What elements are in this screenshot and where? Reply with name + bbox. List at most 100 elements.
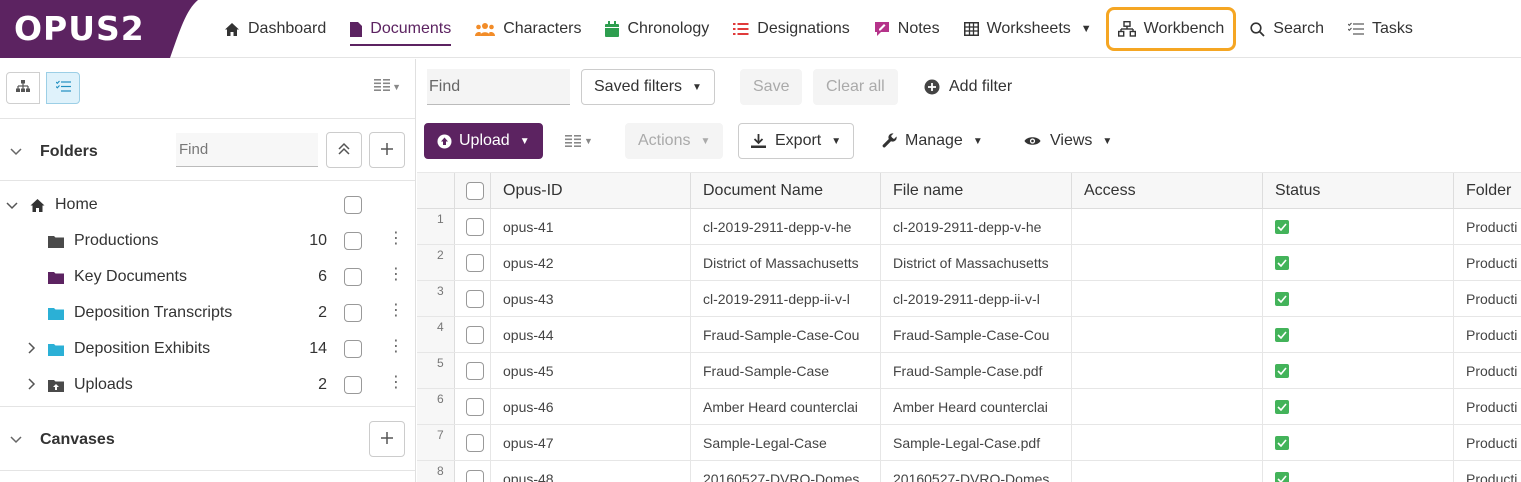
saved-filters-dropdown[interactable]: Saved filters ▼	[581, 69, 715, 105]
more-options-icon[interactable]: ⋮	[388, 339, 404, 355]
nav-documents[interactable]: Documents	[338, 0, 463, 58]
tree-item-checkbox[interactable]	[344, 268, 362, 286]
more-options-icon[interactable]: ⋮	[388, 267, 404, 283]
column-options-button[interactable]: ▼	[374, 79, 401, 94]
row-checkbox[interactable]	[466, 434, 484, 452]
manage-dropdown[interactable]: Manage ▼	[869, 123, 996, 159]
table-row[interactable]: 8 opus-48 20160527-DVRO-Domes 20160527-D…	[417, 461, 1521, 482]
row-checkbox[interactable]	[466, 362, 484, 380]
document-find-input[interactable]	[427, 69, 570, 105]
row-select-cell	[455, 461, 491, 482]
nav-tasks-label: Tasks	[1372, 20, 1413, 37]
table-row[interactable]: 1 opus-41 cl-2019-2911-depp-v-he cl-2019…	[417, 209, 1521, 245]
logo[interactable]: OPUS2	[0, 0, 198, 58]
nav-designations[interactable]: Designations	[721, 0, 862, 58]
sidebar-toolbar: ▼	[0, 59, 415, 119]
chevron-right-icon[interactable]	[28, 341, 36, 357]
tree-item-checkbox[interactable]	[344, 196, 362, 214]
more-options-icon[interactable]: ⋮	[388, 303, 404, 319]
cell-opus-id: opus-42	[491, 245, 691, 280]
nav-search[interactable]: Search	[1238, 0, 1336, 58]
add-filter-button[interactable]: Add filter	[911, 69, 1025, 105]
row-checkbox[interactable]	[466, 290, 484, 308]
nav-tasks[interactable]: Tasks	[1336, 0, 1425, 58]
save-filter-button[interactable]: Save	[740, 69, 803, 105]
folder-find-input[interactable]	[176, 133, 318, 167]
tree-item-productions[interactable]: Productions 10 ⋮	[0, 223, 416, 259]
row-checkbox[interactable]	[466, 254, 484, 272]
column-header-folder[interactable]: Folder	[1454, 173, 1521, 209]
folder-icon	[48, 235, 64, 248]
table-icon	[963, 22, 979, 36]
cell-file-name: cl-2019-2911-depp-ii-v-l	[881, 281, 1072, 316]
chevron-down-icon: ▼	[1102, 135, 1113, 147]
row-checkbox[interactable]	[466, 326, 484, 344]
add-canvas-button[interactable]	[369, 421, 405, 457]
row-checkbox[interactable]	[466, 218, 484, 236]
column-header-document-name[interactable]: Document Name	[691, 173, 881, 209]
actions-dropdown[interactable]: Actions ▼	[625, 123, 724, 159]
status-check-icon	[1275, 399, 1289, 414]
table-row[interactable]: 2 opus-42 District of Massachusetts Dist…	[417, 245, 1521, 281]
tree-item-deposition-exhibits[interactable]: Deposition Exhibits 14 ⋮	[0, 331, 416, 367]
column-header-opus-id[interactable]: Opus-ID	[491, 173, 691, 209]
more-options-icon[interactable]: ⋮	[388, 231, 404, 247]
add-filter-label: Add filter	[949, 78, 1013, 95]
cell-opus-id: opus-44	[491, 317, 691, 352]
hierarchy-icon	[16, 79, 30, 97]
chevron-down-icon: ▼	[972, 135, 983, 147]
tasks-icon	[1348, 22, 1364, 36]
tree-item-checkbox[interactable]	[344, 376, 362, 394]
tree-item-home[interactable]: Home	[0, 187, 416, 223]
tree-item-label: Deposition Transcripts	[74, 304, 233, 321]
chevron-right-icon[interactable]	[28, 377, 36, 393]
tree-item-deposition-transcripts[interactable]: Deposition Transcripts 2 ⋮	[0, 295, 416, 331]
row-checkbox[interactable]	[466, 470, 484, 482]
table-row[interactable]: 4 opus-44 Fraud-Sample-Case-Cou Fraud-Sa…	[417, 317, 1521, 353]
tree-view-toggle[interactable]	[6, 72, 40, 104]
add-folder-button[interactable]	[369, 132, 405, 168]
nav-worksheets[interactable]: Worksheets ▼	[952, 0, 1104, 58]
expanded-chevron-icon[interactable]	[6, 198, 18, 213]
row-number: 8	[417, 461, 455, 482]
tree-item-label: Deposition Exhibits	[74, 340, 211, 357]
collapse-chevron-icon[interactable]	[10, 431, 22, 448]
more-options-icon[interactable]: ⋮	[388, 375, 404, 391]
tree-item-uploads[interactable]: Uploads 2 ⋮	[0, 367, 416, 403]
collapse-all-button[interactable]	[326, 132, 362, 168]
collapse-chevron-icon[interactable]	[10, 143, 22, 160]
list-view-toggle[interactable]	[46, 72, 80, 104]
clear-all-button[interactable]: Clear all	[813, 69, 898, 105]
cell-document-name: cl-2019-2911-depp-v-he	[691, 209, 881, 244]
tree-item-checkbox[interactable]	[344, 232, 362, 250]
table-row[interactable]: 7 opus-47 Sample-Legal-Case Sample-Legal…	[417, 425, 1521, 461]
upload-button[interactable]: Upload ▼	[424, 123, 543, 159]
cell-status	[1263, 389, 1454, 424]
tree-item-checkbox[interactable]	[344, 304, 362, 322]
nav-workbench[interactable]: Workbench	[1105, 7, 1237, 51]
views-dropdown[interactable]: Views ▼	[1011, 123, 1125, 159]
column-header-access[interactable]: Access	[1072, 173, 1263, 209]
upload-icon	[437, 134, 452, 149]
nav-chronology[interactable]: Chronology	[593, 0, 721, 58]
export-dropdown[interactable]: Export ▼	[738, 123, 855, 159]
table-row[interactable]: 5 opus-45 Fraud-Sample-Case Fraud-Sample…	[417, 353, 1521, 389]
row-number: 3	[417, 281, 455, 316]
nav-notes[interactable]: Notes	[862, 0, 952, 58]
tree-item-count: 2	[318, 304, 327, 321]
tree-item-count: 6	[318, 268, 327, 285]
table-columns-button[interactable]: ▼	[558, 123, 600, 159]
column-header-status[interactable]: Status	[1263, 173, 1454, 209]
tree-item-checkbox[interactable]	[344, 340, 362, 358]
nav-characters[interactable]: Characters	[463, 0, 593, 58]
select-all-checkbox[interactable]	[466, 182, 484, 200]
home-icon	[224, 22, 240, 37]
column-header-file-name[interactable]: File name	[881, 173, 1072, 209]
tree-item-key-documents[interactable]: Key Documents 6 ⋮	[0, 259, 416, 295]
nav-dashboard[interactable]: Dashboard	[212, 0, 338, 58]
table-row[interactable]: 3 opus-43 cl-2019-2911-depp-ii-v-l cl-20…	[417, 281, 1521, 317]
upload-folder-icon	[48, 379, 64, 392]
row-checkbox[interactable]	[466, 398, 484, 416]
table-row[interactable]: 6 opus-46 Amber Heard counterclai Amber …	[417, 389, 1521, 425]
canvases-title: Canvases	[40, 431, 115, 448]
